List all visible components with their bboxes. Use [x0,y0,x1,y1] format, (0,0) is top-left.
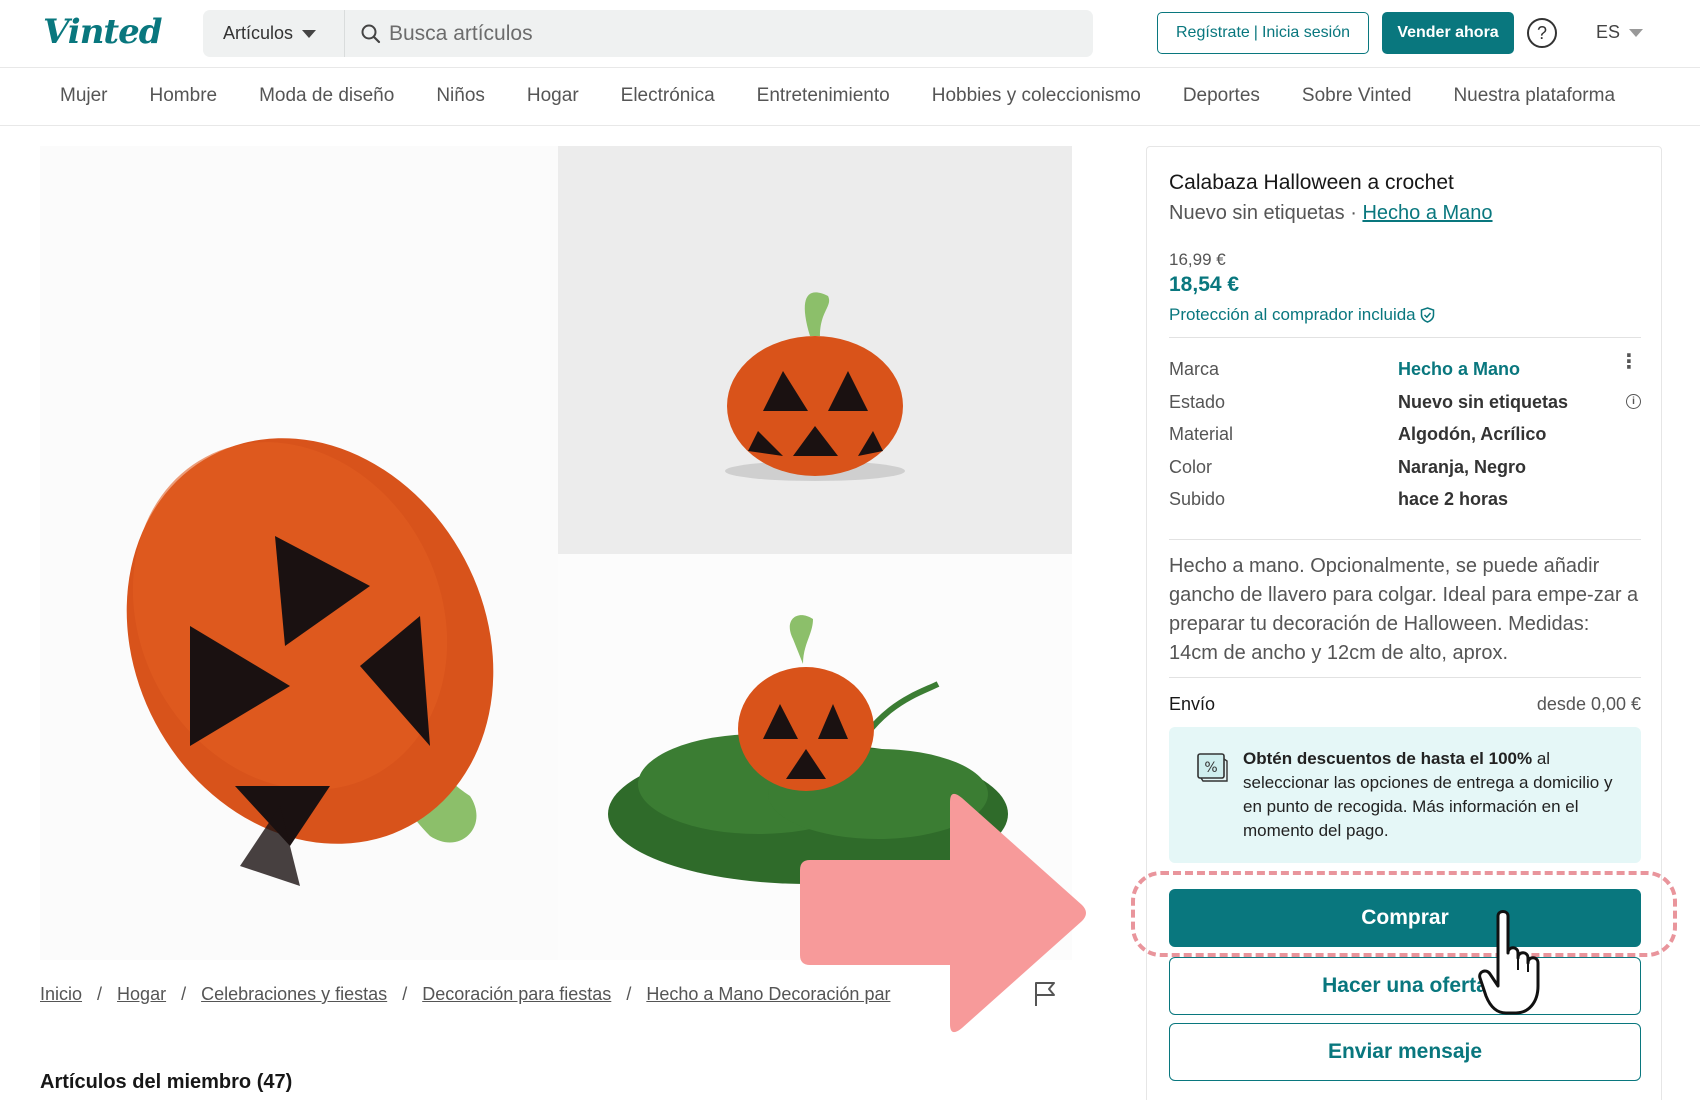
divider [1169,337,1641,338]
svg-text:%: % [1204,760,1217,776]
attribute-row-marca: Marca Hecho a Mano ⋮ [1169,352,1641,392]
caret-down-icon [302,29,317,38]
nav-item-moda-diseno[interactable]: Moda de diseño [259,85,394,107]
attribute-row-color: Color Naranja, Negro [1169,457,1641,490]
search-category-label: Artículos [223,23,294,43]
product-photo-2[interactable] [558,146,1072,554]
attribute-key: Material [1169,424,1234,444]
divider [1169,539,1641,540]
register-link[interactable]: Regístrate [1176,24,1250,42]
attribute-value: Nuevo sin etiquetas [1398,391,1569,412]
shipping-value: desde 0,00 € [1536,694,1641,714]
login-link[interactable]: Inicia sesión [1262,24,1350,42]
attribute-row-material: Material Algodón, Acrílico [1169,424,1641,457]
pointing-hand-icon [1478,910,1540,1015]
divider [1169,677,1641,678]
buy-button-highlight [1131,871,1677,957]
breadcrumb: Inicio / Hogar / Celebraciones y fiestas… [40,984,890,1005]
vinted-logo[interactable]: Vinted [43,12,163,52]
language-label: ES [1596,22,1621,42]
nav-item-electronica[interactable]: Electrónica [621,85,715,107]
attribute-row-subido: Subido hace 2 horas [1169,489,1641,522]
nav-item-mujer[interactable]: Mujer [60,85,108,107]
nav-item-hombre[interactable]: Hombre [150,85,218,107]
breadcrumb-inicio[interactable]: Inicio [40,984,82,1005]
breadcrumb-separator: / [181,984,187,1004]
breadcrumb-separator: / [626,984,632,1004]
attribute-value: Algodón, Acrílico [1398,424,1547,444]
subtitle-separator: · [1350,202,1363,224]
buyer-protection[interactable]: Protección al comprador incluida [1169,305,1435,325]
attribute-key: Color [1169,456,1213,477]
item-description: Hecho a mano. Opcionalmente, se puede añ… [1169,555,1639,664]
attribute-value: Naranja, Negro [1398,456,1527,477]
register-login-button[interactable]: Regístrate | Inicia sesión [1157,12,1369,54]
breadcrumb-hogar[interactable]: Hogar [117,984,166,1005]
shipping-label: Envío [1169,694,1216,714]
shield-check-icon [1420,307,1434,323]
category-nav: Mujer Hombre Moda de diseño Niños Hogar … [0,68,1700,126]
nav-item-hobbies[interactable]: Hobbies y coleccionismo [932,85,1141,107]
search-input[interactable] [389,21,989,46]
brand-link[interactable]: Hecho a Mano [1362,202,1492,224]
discount-banner-bold: Obtén descuentos de hasta el 100% [1243,749,1533,768]
search-category-dropdown[interactable]: Artículos [203,10,345,57]
attribute-row-estado: Estado Nuevo sin etiquetas i [1169,392,1641,425]
attribute-value: hace 2 horas [1398,489,1509,509]
breadcrumb-decoracion[interactable]: Decoración para fiestas [422,984,611,1005]
attribute-key: Estado [1169,391,1226,412]
search-field [345,10,1093,57]
breadcrumb-celebraciones[interactable]: Celebraciones y fiestas [201,984,387,1005]
discount-banner: % Obtén descuentos de hasta el 100% al s… [1169,727,1641,863]
language-selector[interactable]: ES [1596,22,1644,43]
attribute-value-brand[interactable]: Hecho a Mano [1398,359,1520,380]
arrow-right-icon [800,793,1086,1033]
nav-item-deportes[interactable]: Deportes [1183,85,1260,107]
make-offer-button[interactable]: Hacer una oferta [1169,957,1641,1015]
member-items-title: Artículos del miembro (47) [40,1071,293,1093]
search-bar: Artículos [203,10,1093,57]
nav-item-entretenimiento[interactable]: Entretenimiento [757,85,890,107]
item-condition: Nuevo sin etiquetas [1169,202,1345,224]
price-total: 18,54 € [1169,273,1240,296]
breadcrumb-separator: / [97,984,103,1004]
info-icon[interactable]: i [1626,393,1641,409]
item-subtitle: Nuevo sin etiquetas · Hecho a Mano [1169,202,1493,225]
product-photo-main[interactable] [40,146,558,960]
nav-item-ninos[interactable]: Niños [436,85,485,107]
price-original: 16,99 € [1169,250,1226,269]
nav-item-plataforma[interactable]: Nuestra plataforma [1453,85,1615,107]
breadcrumb-separator: / [402,984,408,1004]
item-attributes: Marca Hecho a Mano ⋮ Estado Nuevo sin et… [1169,352,1641,522]
help-icon[interactable]: ? [1527,18,1557,48]
attribute-key: Subido [1169,489,1226,509]
send-message-button[interactable]: Enviar mensaje [1169,1023,1641,1081]
attribute-key: Marca [1169,359,1220,379]
item-title: Calabaza Halloween a crochet [1169,171,1454,194]
caret-down-icon [1629,28,1644,37]
nav-item-sobre-vinted[interactable]: Sobre Vinted [1302,85,1412,107]
discount-tag-icon: % [1197,753,1228,782]
discount-banner-text: Obtén descuentos de hasta el 100% al sel… [1243,747,1623,843]
top-header: Vinted Artículos Regístrate | Inicia ses… [0,0,1700,68]
sell-now-button[interactable]: Vender ahora [1382,12,1514,54]
separator: | [1253,24,1258,41]
buyer-protection-label: Protección al comprador incluida [1169,305,1416,324]
more-options-icon[interactable]: ⋮ [1619,352,1639,372]
nav-item-hogar[interactable]: Hogar [527,85,579,107]
search-icon [361,24,381,43]
